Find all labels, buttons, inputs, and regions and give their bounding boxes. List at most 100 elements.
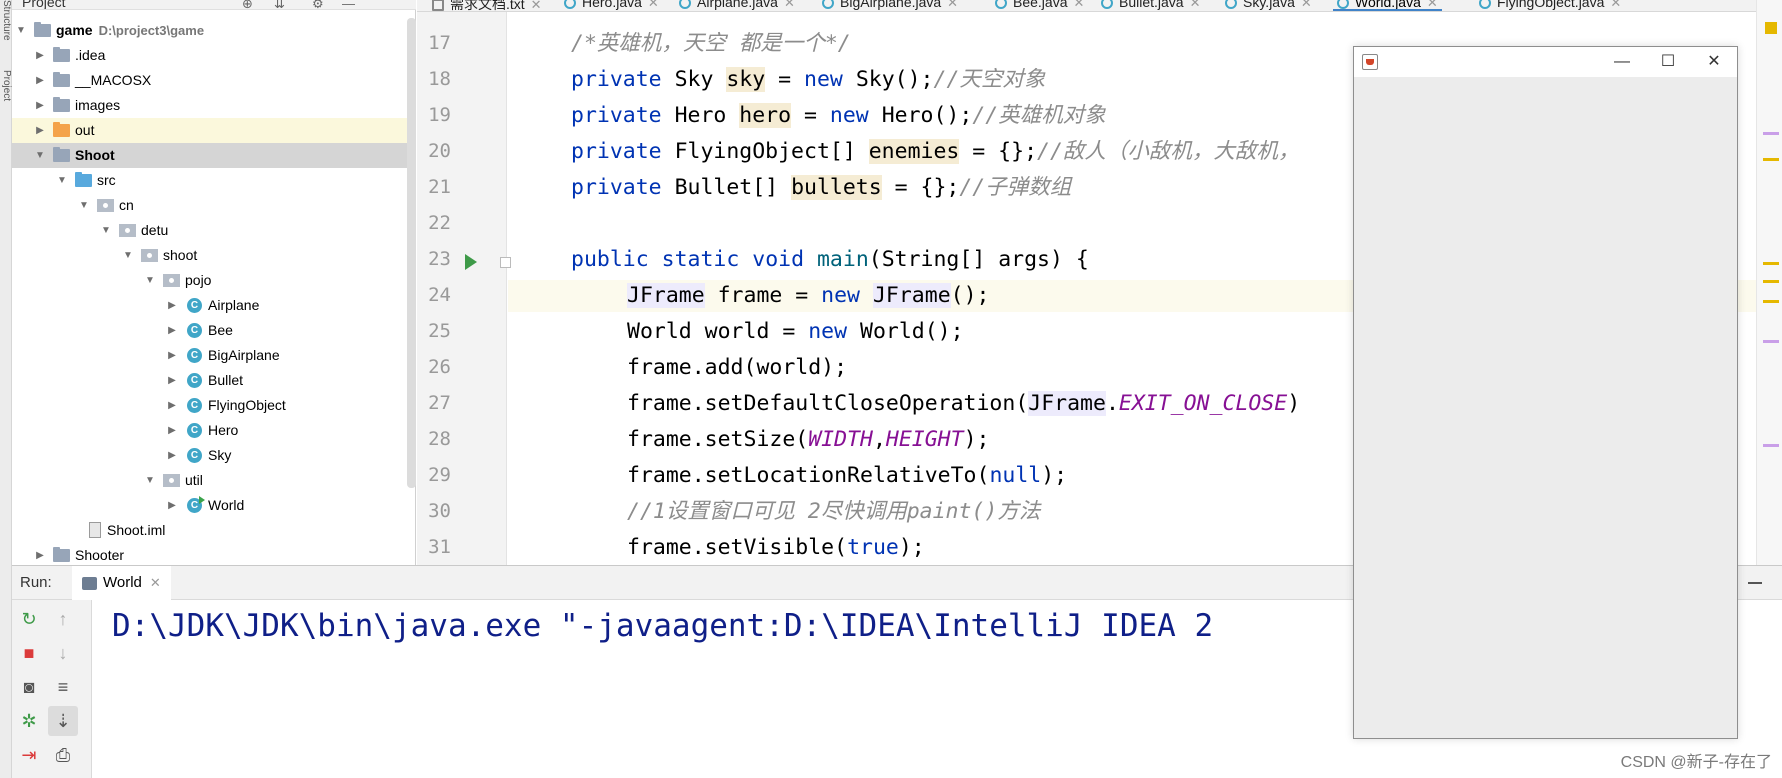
tab-airplane-java[interactable]: Airplane.java ✕	[679, 0, 795, 11]
tree-row-shoot-module[interactable]: ▼ Shoot	[12, 143, 416, 168]
collapsed-arrow-icon[interactable]: ▶	[166, 443, 178, 468]
tree-row-game[interactable]: ▼ game D:\project3\game	[12, 18, 416, 43]
collapsed-arrow-icon[interactable]: ▶	[166, 393, 178, 418]
project-path: D:\project3\game	[98, 23, 205, 38]
expanded-arrow-icon[interactable]: ▼	[100, 218, 112, 243]
stripe-mark[interactable]	[1763, 340, 1779, 343]
jframe-content[interactable]	[1354, 77, 1737, 738]
close-icon[interactable]: ✕	[1073, 0, 1084, 10]
collapsed-arrow-icon[interactable]: ▶	[166, 368, 178, 393]
tree-row-flyingobject[interactable]: ▶ C FlyingObject	[12, 393, 416, 418]
soft-wrap-icon[interactable]: ≡	[48, 672, 78, 702]
jframe-window[interactable]: — ☐ ✕	[1353, 46, 1738, 739]
expanded-arrow-icon[interactable]: ▼	[15, 18, 27, 43]
project-tree-scrollbar[interactable]	[407, 18, 416, 488]
expanded-arrow-icon[interactable]: ▼	[34, 143, 46, 168]
close-icon[interactable]: ✕	[1427, 0, 1438, 10]
collapsed-arrow-icon[interactable]: ▶	[166, 343, 178, 368]
close-icon[interactable]: ✕	[1190, 0, 1201, 10]
jframe-titlebar[interactable]: — ☐ ✕	[1354, 47, 1737, 77]
tree-row-idea[interactable]: ▶ .idea	[12, 43, 416, 68]
collapsed-arrow-icon[interactable]: ▶	[34, 68, 46, 93]
stripe-mark[interactable]	[1763, 158, 1779, 161]
tab-bullet-java[interactable]: Bullet.java ✕	[1101, 0, 1201, 11]
run-tab-world[interactable]: World ✕	[72, 566, 171, 600]
camera-icon[interactable]: ◙	[14, 672, 44, 702]
expanded-arrow-icon[interactable]: ▼	[56, 168, 68, 193]
project-tool-label[interactable]: Project	[0, 70, 12, 101]
line-number: 27	[428, 392, 451, 414]
minimize-window-button[interactable]: —	[1599, 47, 1645, 77]
collapsed-arrow-icon[interactable]: ▶	[166, 318, 178, 343]
close-window-button[interactable]: ✕	[1691, 47, 1737, 77]
tree-row-sky[interactable]: ▶ C Sky	[12, 443, 416, 468]
stripe-mark[interactable]	[1763, 444, 1779, 447]
expanded-arrow-icon[interactable]: ▼	[144, 268, 156, 293]
minimize-panel-icon[interactable]	[1748, 582, 1762, 584]
stripe-mark[interactable]	[1763, 262, 1779, 265]
tab-bee-java[interactable]: Bee.java ✕	[995, 0, 1084, 11]
stripe-mark[interactable]	[1763, 280, 1779, 283]
expanded-arrow-icon[interactable]: ▼	[78, 193, 90, 218]
tree-row-bigairplane[interactable]: ▶ C BigAirplane	[12, 343, 416, 368]
tree-row-images[interactable]: ▶ images	[12, 93, 416, 118]
warning-indicator-icon[interactable]	[1765, 22, 1777, 34]
tree-row-src[interactable]: ▼ src	[12, 168, 416, 193]
collapsed-arrow-icon[interactable]: ▶	[166, 293, 178, 318]
close-icon[interactable]: ✕	[947, 0, 958, 10]
collapsed-arrow-icon[interactable]: ▶	[34, 118, 46, 143]
tab-world-java[interactable]: World.java ✕	[1333, 0, 1442, 11]
close-icon[interactable]: ✕	[784, 0, 795, 10]
down-arrow-icon[interactable]: ↓	[48, 638, 78, 668]
close-icon[interactable]: ✕	[648, 0, 659, 10]
line-number: 28	[428, 428, 451, 450]
close-icon[interactable]: ✕	[150, 575, 161, 590]
tree-row-bullet[interactable]: ▶ C Bullet	[12, 368, 416, 393]
structure-tool-label[interactable]: Structure	[0, 0, 12, 41]
tab-flyingobject-java[interactable]: FlyingObject.java ✕	[1479, 0, 1621, 11]
tree-row-airplane[interactable]: ▶ C Airplane	[12, 293, 416, 318]
tree-row-bee[interactable]: ▶ C Bee	[12, 318, 416, 343]
tree-row-pojo[interactable]: ▼ pojo	[12, 268, 416, 293]
print-icon[interactable]: ⎙	[48, 740, 78, 770]
gear-icon[interactable]: ⚙	[312, 0, 324, 9]
tree-row-shoot-package[interactable]: ▼ shoot	[12, 243, 416, 268]
tab-sky-java[interactable]: Sky.java ✕	[1225, 0, 1312, 11]
tree-row-util[interactable]: ▼ util	[12, 468, 416, 493]
locate-icon[interactable]: ⊕	[242, 0, 253, 9]
tab-requirements-txt[interactable]: 需求文档.txt ✕	[432, 0, 542, 11]
collapse-all-icon[interactable]: ⇊	[274, 0, 285, 9]
expanded-arrow-icon[interactable]: ▼	[144, 468, 156, 493]
tab-bigairplane-java[interactable]: BigAirplane.java ✕	[822, 0, 958, 11]
collapsed-arrow-icon[interactable]: ▶	[166, 493, 178, 518]
rerun-icon[interactable]: ↻	[14, 604, 44, 634]
up-arrow-icon[interactable]: ↑	[48, 604, 78, 634]
debug-icon[interactable]: ✲	[14, 706, 44, 736]
tree-row-world[interactable]: ▶ C World	[12, 493, 416, 518]
scroll-to-end-icon[interactable]: ⇣	[48, 706, 78, 736]
tree-row-macosx[interactable]: ▶ __MACOSX	[12, 68, 416, 93]
expanded-arrow-icon[interactable]: ▼	[122, 243, 134, 268]
close-icon[interactable]: ✕	[1301, 0, 1312, 10]
tree-row-detu[interactable]: ▼ detu	[12, 218, 416, 243]
close-icon[interactable]: ✕	[531, 0, 542, 11]
stripe-mark[interactable]	[1763, 300, 1779, 303]
tree-row-out[interactable]: ▶ out	[12, 118, 416, 143]
tree-row-cn[interactable]: ▼ cn	[12, 193, 416, 218]
stripe-mark[interactable]	[1763, 132, 1779, 135]
error-stripe[interactable]	[1756, 0, 1782, 565]
tree-row-hero[interactable]: ▶ C Hero	[12, 418, 416, 443]
close-icon[interactable]: ✕	[1610, 0, 1621, 10]
hide-icon[interactable]: —	[342, 0, 355, 9]
collapsed-arrow-icon[interactable]: ▶	[34, 43, 46, 68]
maximize-window-button[interactable]: ☐	[1645, 47, 1691, 77]
tree-row-shoot-iml[interactable]: Shoot.iml	[12, 518, 416, 543]
stop-icon[interactable]: ■	[14, 638, 44, 668]
run-main-icon[interactable]	[465, 254, 477, 270]
tab-hero-java[interactable]: Hero.java ✕	[564, 0, 659, 11]
class-icon: C	[187, 348, 202, 363]
collapsed-arrow-icon[interactable]: ▶	[34, 93, 46, 118]
collapsed-arrow-icon[interactable]: ▶	[166, 418, 178, 443]
exit-icon[interactable]: ⇥	[14, 740, 44, 770]
project-panel-title[interactable]: Project	[22, 0, 66, 9]
